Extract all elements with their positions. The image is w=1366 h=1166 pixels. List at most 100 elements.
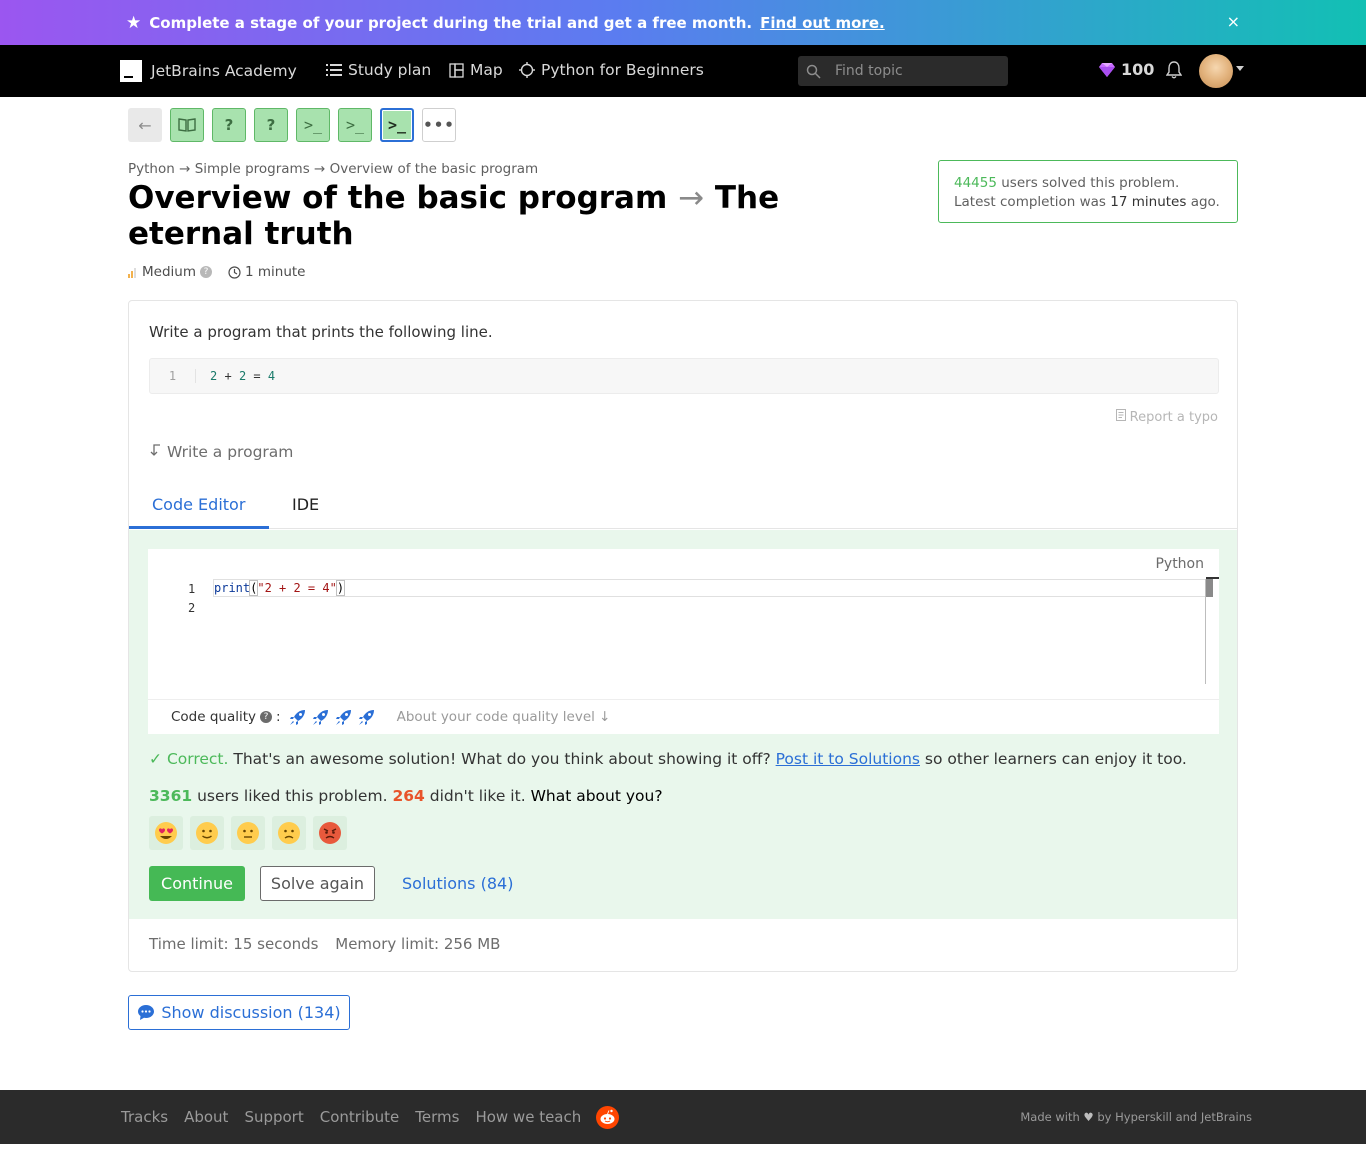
nav-track-label: Python for Beginners	[541, 61, 704, 79]
step-code[interactable]: >_	[296, 108, 330, 142]
clock-icon	[228, 265, 241, 279]
language-label[interactable]: Python	[1155, 556, 1204, 572]
topic-title: Overview of the basic program	[128, 180, 668, 216]
line-number: 1	[188, 582, 196, 596]
search-input[interactable]: Find topic	[798, 56, 1008, 86]
sample-token: 4	[267, 369, 276, 383]
step-code[interactable]: >_	[338, 108, 372, 142]
code-quality-bar: Code quality ? : About your code quality…	[148, 699, 1219, 734]
navbar: JetBrains Academy Study plan Map Python …	[0, 45, 1366, 97]
reaction-neutral-button[interactable]	[231, 816, 265, 850]
footer-link-terms[interactable]: Terms	[415, 1108, 459, 1126]
code-line[interactable]: print("2 + 2 = 4")	[214, 580, 346, 597]
likes-question: What about you?	[530, 787, 663, 805]
reaction-angry-button[interactable]	[313, 816, 347, 850]
star-icon: ★	[126, 12, 142, 33]
close-icon[interactable]: ×	[1227, 12, 1240, 31]
breadcrumb[interactable]: Python → Simple programs → Overview of t…	[128, 161, 538, 177]
result-text: That's an awesome solution! What do you …	[233, 750, 771, 768]
disliked-text: didn't like it.	[429, 787, 526, 805]
banner-link[interactable]: Find out more.	[760, 14, 885, 32]
problem-meta: Medium ? 1 minute	[128, 264, 305, 280]
code-quality-about-link[interactable]: About your code quality level ↓	[397, 709, 611, 725]
result-tail: so other learners can enjoy it too.	[924, 750, 1187, 768]
nav-map-label: Map	[470, 61, 503, 79]
show-discussion-button[interactable]: Show discussion (134)	[128, 995, 350, 1030]
help-icon[interactable]: ?	[260, 711, 273, 723]
solved-stats: 44455 users solved this problem. Latest …	[938, 160, 1238, 223]
avatar[interactable]	[1199, 54, 1233, 88]
footer-link-how-we-teach[interactable]: How we teach	[475, 1108, 581, 1126]
write-program-label: Write a program	[166, 443, 294, 461]
check-icon: ✓	[149, 750, 162, 768]
reaction-frown-button[interactable]	[272, 816, 306, 850]
show-discussion-label: Show discussion (134)	[161, 1003, 341, 1022]
nav-map[interactable]: Map	[449, 61, 503, 79]
nav-track[interactable]: Python for Beginners	[519, 61, 704, 79]
nav-study-plan-label: Study plan	[348, 61, 432, 79]
liked-text: users liked this problem.	[197, 787, 388, 805]
footer: Tracks About Support Contribute Terms Ho…	[0, 1090, 1366, 1144]
footer-link-tracks[interactable]: Tracks	[121, 1108, 168, 1126]
solution-area: Python 1 2 print("2 + 2 = 4") Code quali…	[129, 530, 1237, 919]
memory-limit: Memory limit: 256 MB	[335, 935, 501, 953]
smile-icon	[196, 822, 218, 844]
reddit-icon[interactable]	[596, 1106, 619, 1129]
likes-summary: 3361 users liked this problem. 264 didn'…	[149, 787, 663, 805]
neutral-face-icon	[237, 822, 259, 844]
result-message: ✓ Correct. That's an awesome solution! W…	[149, 750, 1187, 768]
return-arrow-icon	[150, 444, 160, 456]
code-function: print	[214, 581, 251, 595]
list-icon	[326, 64, 342, 76]
reaction-buttons	[149, 816, 347, 850]
tab-ide[interactable]: IDE	[292, 495, 319, 514]
back-button[interactable]: ←	[128, 108, 162, 142]
sample-token: 2	[238, 369, 247, 383]
brand-link[interactable]: JetBrains Academy	[120, 60, 297, 82]
rocket-icon	[312, 709, 328, 725]
step-theory[interactable]	[170, 108, 204, 142]
search-icon	[806, 64, 821, 79]
bell-icon[interactable]	[1165, 61, 1183, 83]
search-placeholder: Find topic	[835, 63, 903, 79]
book-icon	[178, 118, 196, 132]
post-solution-link[interactable]: Post it to Solutions	[776, 750, 920, 768]
tab-code-editor[interactable]: Code Editor	[152, 495, 245, 514]
made-with-credit: Made with ♥ by Hyperskill and JetBrains	[1020, 1110, 1252, 1124]
solutions-link[interactable]: Solutions (84)	[402, 874, 513, 893]
more-steps-button[interactable]: •••	[422, 108, 456, 142]
latest-prefix: Latest completion was	[954, 194, 1106, 210]
sample-output: 1 2 + 2 = 4	[149, 358, 1219, 394]
track-icon	[519, 62, 535, 78]
active-tab-indicator	[129, 526, 269, 529]
solved-text: users solved this problem.	[1001, 175, 1180, 191]
time-limit: Time limit: 15 seconds	[149, 935, 319, 953]
footer-link-about[interactable]: About	[184, 1108, 228, 1126]
help-icon[interactable]: ?	[199, 266, 212, 278]
scrollbar-thumb[interactable]	[1206, 579, 1213, 597]
brand-name: JetBrains Academy	[151, 62, 297, 80]
heart-eyes-icon	[155, 822, 177, 844]
code-editor[interactable]: Python 1 2 print("2 + 2 = 4")	[148, 549, 1219, 699]
code-string: "2 + 2 = 4"	[257, 581, 337, 595]
reaction-smile-button[interactable]	[190, 816, 224, 850]
step-quiz[interactable]: ?	[254, 108, 288, 142]
rocket-icon	[358, 709, 374, 725]
step-quiz[interactable]: ?	[212, 108, 246, 142]
footer-links: Tracks About Support Contribute Terms Ho…	[121, 1108, 581, 1126]
reaction-heart-eyes-button[interactable]	[149, 816, 183, 850]
gems-counter[interactable]: 100	[1098, 60, 1154, 79]
step-code-current[interactable]: >_	[380, 108, 414, 142]
page-title: Overview of the basic program → The eter…	[128, 180, 888, 252]
solve-again-button[interactable]: Solve again	[260, 866, 375, 901]
chevron-down-icon[interactable]	[1236, 66, 1244, 71]
nav-study-plan[interactable]: Study plan	[326, 61, 431, 79]
jetbrains-logo-icon	[120, 60, 142, 82]
line-numbers: 1 2	[188, 580, 195, 618]
footer-link-support[interactable]: Support	[244, 1108, 303, 1126]
difficulty-icon	[128, 267, 136, 278]
report-typo-link[interactable]: Report a typo	[1115, 409, 1218, 425]
continue-button[interactable]: Continue	[149, 866, 245, 901]
footer-link-contribute[interactable]: Contribute	[320, 1108, 400, 1126]
disliked-count: 264	[392, 787, 425, 805]
